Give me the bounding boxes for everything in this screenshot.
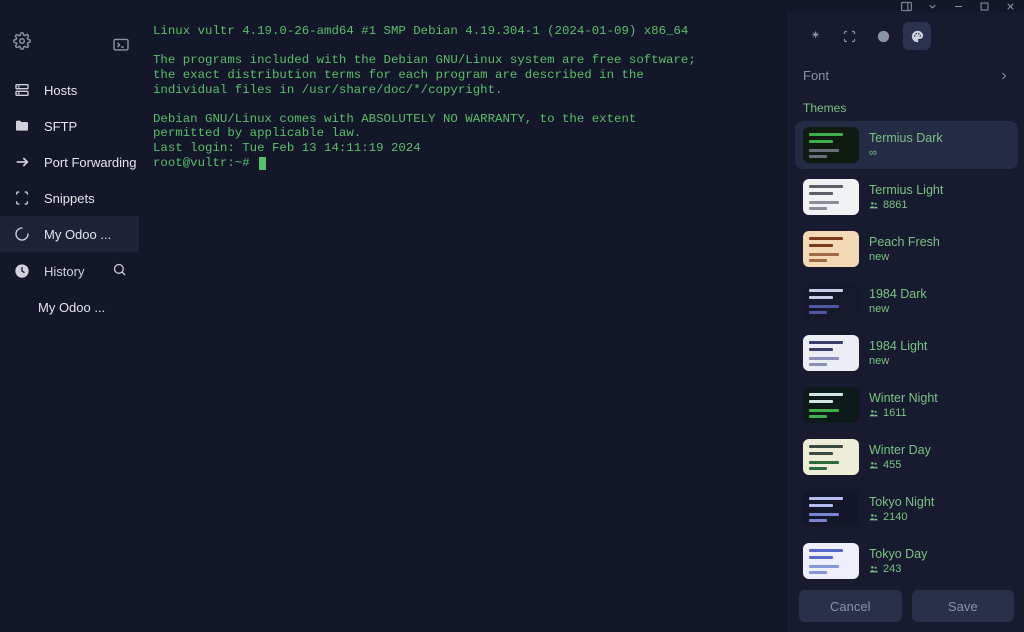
themes-list: Termius Dark ∞Termius Light 8861Peach Fr… (789, 121, 1024, 580)
theme-swatch (803, 387, 859, 423)
terminal-icon[interactable] (112, 38, 130, 57)
theme-option[interactable]: Tokyo Day 243 (795, 537, 1018, 580)
window-titlebar (0, 0, 1024, 12)
sidebar-item-label: SFTP (44, 119, 77, 134)
tab-snippets-icon[interactable] (835, 22, 863, 50)
theme-option[interactable]: Tokyo Night 2140 (795, 485, 1018, 533)
theme-name: Termius Light (869, 183, 943, 197)
gear-icon[interactable] (13, 32, 31, 55)
theme-swatch (803, 335, 859, 371)
appearance-panel: Font Themes Termius Dark ∞Termius Light … (788, 12, 1024, 632)
theme-sub: new (869, 355, 927, 367)
theme-sub: 243 (869, 563, 927, 575)
theme-name: Winter Night (869, 391, 938, 405)
theme-option[interactable]: 1984 Light new (795, 329, 1018, 377)
sidebar-item-history[interactable]: History (0, 252, 139, 290)
tab-general-icon[interactable] (801, 22, 829, 50)
theme-option[interactable]: Winter Day 455 (795, 433, 1018, 481)
sidebar-item-label: My Odoo ... (44, 227, 111, 242)
cancel-button[interactable]: Cancel (799, 590, 902, 622)
panel-toggle-icon[interactable] (900, 0, 912, 12)
theme-name: Tokyo Night (869, 495, 934, 509)
save-button[interactable]: Save (912, 590, 1015, 622)
maximize-icon[interactable] (978, 0, 990, 12)
history-item[interactable]: My Odoo ... (0, 290, 139, 325)
theme-option[interactable]: Termius Dark ∞ (795, 121, 1018, 169)
font-selector[interactable]: Font (789, 58, 1024, 93)
close-icon[interactable] (1004, 0, 1016, 12)
theme-name: Tokyo Day (869, 547, 927, 561)
sidebar-item-hosts[interactable]: Hosts (0, 72, 139, 108)
history-item-label: My Odoo ... (38, 300, 105, 315)
chevron-down-icon[interactable] (926, 0, 938, 12)
sidebar-item-session[interactable]: My Odoo ... (0, 216, 139, 252)
theme-name: Peach Fresh (869, 235, 940, 249)
chevron-right-icon (998, 70, 1010, 82)
themes-heading: Themes (789, 93, 1024, 121)
theme-name: Termius Dark (869, 131, 943, 145)
theme-swatch (803, 491, 859, 527)
theme-name: 1984 Dark (869, 287, 927, 301)
theme-sub: 2140 (869, 511, 934, 523)
theme-sub: 1611 (869, 407, 938, 419)
theme-option[interactable]: Winter Night 1611 (795, 381, 1018, 429)
terminal-output[interactable]: Linux vultr 4.19.0-26-amd64 #1 SMP Debia… (139, 12, 788, 632)
font-label: Font (803, 68, 829, 83)
theme-swatch (803, 283, 859, 319)
theme-sub: new (869, 251, 940, 263)
theme-swatch (803, 439, 859, 475)
theme-option[interactable]: 1984 Dark new (795, 277, 1018, 325)
theme-sub: 455 (869, 459, 931, 471)
theme-option[interactable]: Peach Fresh new (795, 225, 1018, 273)
sidebar-item-sftp[interactable]: SFTP (0, 108, 139, 144)
theme-swatch (803, 127, 859, 163)
terminal-prompt: root@vultr:~# (153, 156, 257, 170)
theme-option[interactable]: Termius Light 8861 (795, 173, 1018, 221)
theme-name: Winter Day (869, 443, 931, 457)
panel-toolbar (789, 12, 1024, 58)
theme-sub: ∞ (869, 147, 943, 159)
theme-swatch (803, 543, 859, 579)
tab-env-icon[interactable] (869, 22, 897, 50)
theme-sub: new (869, 303, 927, 315)
search-icon[interactable] (112, 262, 127, 280)
sidebar-item-label: Port Forwarding (44, 155, 136, 170)
tab-appearance-icon[interactable] (903, 22, 931, 50)
theme-swatch (803, 231, 859, 267)
sidebar-item-label: Snippets (44, 191, 95, 206)
terminal-cursor (259, 157, 266, 170)
minimize-icon[interactable] (952, 0, 964, 12)
sidebar: Hosts SFTP Port Forwarding Snippets My O… (44, 12, 139, 632)
theme-sub: 8861 (869, 199, 943, 211)
panel-footer: Cancel Save (789, 580, 1024, 632)
sidebar-item-port-forwarding[interactable]: Port Forwarding (0, 144, 139, 180)
terminal-text: Linux vultr 4.19.0-26-amd64 #1 SMP Debia… (153, 24, 696, 155)
sidebar-item-label: History (44, 264, 84, 279)
theme-name: 1984 Light (869, 339, 927, 353)
sidebar-item-snippets[interactable]: Snippets (0, 180, 139, 216)
theme-swatch (803, 179, 859, 215)
sidebar-item-label: Hosts (44, 83, 77, 98)
